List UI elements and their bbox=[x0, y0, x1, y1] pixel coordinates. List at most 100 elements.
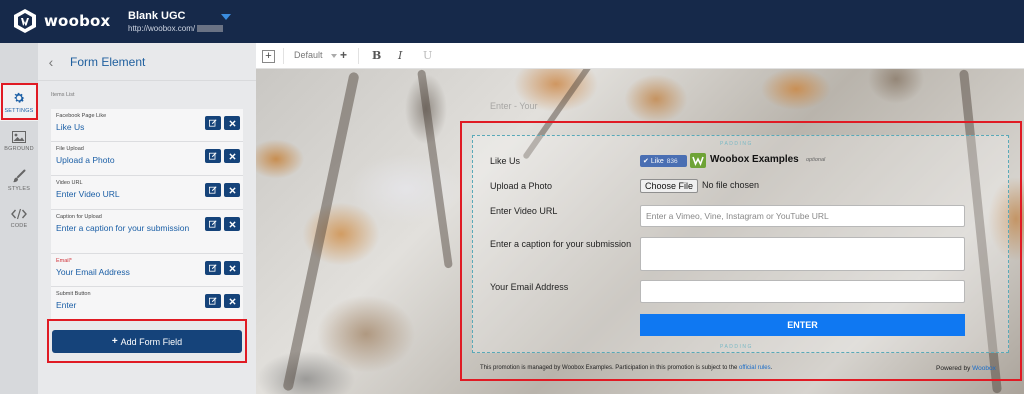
close-icon bbox=[228, 220, 236, 228]
bold-button[interactable]: B bbox=[372, 49, 381, 62]
campaign-dropdown-caret-icon[interactable] bbox=[221, 14, 231, 20]
like-us-label: Like Us bbox=[490, 156, 521, 166]
back-chevron-icon[interactable]: ‹ bbox=[40, 54, 62, 70]
campaign-url: http://woobox.com/ bbox=[128, 24, 224, 33]
promotion-disclaimer: This promotion is managed by Woobox Exam… bbox=[480, 365, 772, 371]
redacted-url-part bbox=[197, 25, 224, 32]
items-list-label: Items List bbox=[51, 92, 75, 98]
woobox-link[interactable]: Woobox bbox=[972, 365, 996, 372]
woobox-logo[interactable]: woobox bbox=[12, 8, 110, 34]
facebook-page-name[interactable]: Woobox Examples bbox=[710, 154, 799, 165]
rail-background-label: BGROUND bbox=[4, 145, 34, 152]
padding-top-label: PADDING bbox=[720, 141, 753, 147]
form-item-label: Like Us bbox=[56, 122, 85, 132]
form-item-type-text: Email bbox=[56, 258, 70, 264]
close-icon bbox=[228, 297, 236, 305]
upload-photo-label: Upload a Photo bbox=[490, 181, 553, 191]
edit-button[interactable] bbox=[205, 217, 221, 231]
edit-icon bbox=[209, 119, 217, 127]
background-branch bbox=[282, 71, 360, 392]
form-item-label: Enter a caption for your submission bbox=[56, 223, 190, 233]
close-icon bbox=[228, 264, 236, 272]
facebook-like-button[interactable]: ✔ Like 836 bbox=[640, 155, 687, 167]
edit-icon bbox=[209, 264, 217, 272]
campaign-title: Blank UGC bbox=[128, 10, 186, 22]
style-select[interactable]: Default bbox=[294, 50, 323, 60]
form-item-label: Enter bbox=[56, 300, 77, 310]
ghost-heading-text: Enter - Your bbox=[490, 101, 538, 111]
form-item-row[interactable]: Facebook Page Like Like Us bbox=[51, 109, 243, 142]
toolbar-divider bbox=[358, 48, 359, 64]
powered-by: Powered by Woobox bbox=[936, 365, 996, 372]
insert-button[interactable]: + bbox=[262, 50, 275, 63]
delete-button[interactable] bbox=[224, 149, 240, 163]
panel-title: Form Element bbox=[70, 54, 146, 69]
official-rules-link[interactable]: official rules bbox=[739, 365, 771, 371]
like-button-label: Like bbox=[650, 157, 664, 165]
campaign-url-text: http://woobox.com/ bbox=[128, 24, 196, 33]
woobox-logo-icon bbox=[14, 9, 36, 33]
disclaimer-period: . bbox=[770, 365, 773, 371]
edit-icon bbox=[209, 220, 217, 228]
form-item-label: Upload a Photo bbox=[56, 155, 115, 165]
rail-styles[interactable]: STYLES bbox=[0, 161, 38, 199]
close-icon bbox=[228, 119, 236, 127]
form-item-row[interactable]: Submit Button Enter bbox=[51, 287, 243, 320]
rail-code[interactable]: CODE bbox=[0, 199, 38, 237]
rail-code-label: CODE bbox=[10, 222, 28, 229]
brand-name: woobox bbox=[44, 12, 111, 30]
required-asterisk: * bbox=[69, 258, 72, 264]
like-count: 836 bbox=[666, 157, 678, 165]
page-logo-icon bbox=[690, 153, 706, 168]
settings-highlight-box bbox=[1, 83, 38, 120]
campaign-selector[interactable]: Blank UGC http://woobox.com/ bbox=[128, 10, 224, 33]
form-item-label: Enter Video URL bbox=[56, 189, 120, 199]
image-icon bbox=[12, 130, 26, 143]
edit-button[interactable] bbox=[205, 294, 221, 308]
woobox-badge-icon bbox=[692, 156, 704, 167]
thumbs-up-icon: ✔ bbox=[643, 158, 649, 165]
add-style-button[interactable]: + bbox=[340, 48, 347, 62]
video-url-input[interactable] bbox=[640, 205, 965, 227]
form-item-row[interactable]: File Upload Upload a Photo bbox=[51, 142, 243, 176]
chevron-down-icon[interactable] bbox=[331, 54, 337, 58]
text-toolbar: + Default + B I U bbox=[256, 43, 1024, 69]
delete-button[interactable] bbox=[224, 183, 240, 197]
caption-label: Enter a caption for your submission bbox=[490, 239, 632, 249]
form-items-list: Facebook Page Like Like Us File Upload U… bbox=[51, 109, 243, 320]
edit-icon bbox=[209, 297, 217, 305]
email-input[interactable] bbox=[640, 280, 965, 303]
rail-styles-label: STYLES bbox=[7, 185, 31, 192]
choose-file-button[interactable]: Choose File bbox=[640, 179, 699, 193]
powered-by-text: Powered by bbox=[936, 365, 971, 372]
delete-button[interactable] bbox=[224, 261, 240, 275]
background-branch bbox=[417, 69, 453, 269]
edit-button[interactable] bbox=[205, 183, 221, 197]
edit-button[interactable] bbox=[205, 261, 221, 275]
delete-button[interactable] bbox=[224, 217, 240, 231]
add-field-highlight-box bbox=[47, 319, 247, 363]
form-item-label: Your Email Address bbox=[56, 267, 130, 277]
rail-background[interactable]: BGROUND bbox=[0, 122, 38, 160]
padding-bottom-label: PADDING bbox=[720, 344, 753, 350]
top-bar: woobox Blank UGC http://woobox.com/ bbox=[0, 0, 1024, 43]
edit-icon bbox=[209, 152, 217, 160]
form-item-row[interactable]: Email* Your Email Address bbox=[51, 254, 243, 287]
panel-header: ‹ Form Element bbox=[38, 43, 256, 81]
optional-tag: optional bbox=[806, 157, 826, 163]
form-item-row[interactable]: Caption for Upload Enter a caption for y… bbox=[51, 210, 243, 254]
file-status-text: No file chosen bbox=[702, 180, 760, 190]
edit-button[interactable] bbox=[205, 116, 221, 130]
toolbar-divider bbox=[283, 48, 284, 64]
italic-button[interactable]: I bbox=[398, 49, 402, 62]
close-icon bbox=[228, 152, 236, 160]
preview-canvas: Enter - Your PADDING PADDING Like Us ✔ L… bbox=[256, 69, 1024, 394]
form-item-row[interactable]: Video URL Enter Video URL bbox=[51, 176, 243, 210]
caption-textarea[interactable] bbox=[640, 237, 965, 271]
close-icon bbox=[228, 186, 236, 194]
edit-button[interactable] bbox=[205, 149, 221, 163]
delete-button[interactable] bbox=[224, 116, 240, 130]
underline-button[interactable]: U bbox=[423, 49, 432, 62]
delete-button[interactable] bbox=[224, 294, 240, 308]
enter-submit-button[interactable]: ENTER bbox=[640, 314, 965, 336]
